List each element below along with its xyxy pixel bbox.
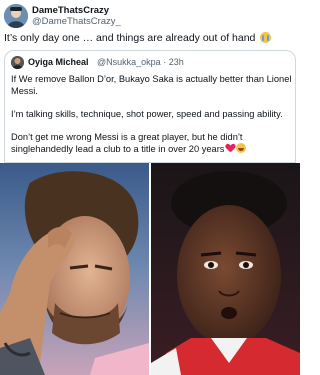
laughing-face-icon: [236, 143, 247, 153]
quoted-paragraph-2: I’m talking skills, technique, shot powe…: [11, 108, 283, 119]
author-name[interactable]: DameThatsCrazy: [32, 5, 109, 16]
quoted-paragraph-1: If We remove Ballon D’or, Bukayo Saka is…: [11, 74, 292, 96]
quoted-post-card[interactable]: Oyiga Micheal @Nsukka_okpa · 23h If We r…: [4, 50, 296, 163]
author-handle[interactable]: @DameThatsCrazy_: [32, 16, 121, 27]
post-text: It’s only day one … and things are alrea…: [4, 32, 296, 45]
quoted-author-meta: @Nsukka_okpa · 23h: [97, 57, 184, 68]
quoted-post-body: If We remove Ballon D’or, Bukayo Saka is…: [11, 74, 293, 156]
quoted-author-avatar[interactable]: [11, 56, 24, 69]
saka-photo[interactable]: [151, 163, 300, 375]
post-text-content: It’s only day one … and things are alrea…: [4, 32, 256, 44]
post-header: DameThatsCrazy @DameThatsCrazy_: [4, 4, 296, 28]
crying-laughing-face-icon: [260, 32, 272, 43]
quoted-author-handle[interactable]: @Nsukka_okpa: [97, 57, 161, 67]
post-media[interactable]: [0, 163, 300, 375]
red-heart-icon: [226, 144, 235, 153]
quoted-post-time[interactable]: 23h: [169, 57, 184, 67]
author-avatar[interactable]: [4, 4, 28, 28]
quoted-paragraph-3: Don’t get me wrong Messi is a great play…: [11, 132, 293, 156]
messi-photo[interactable]: [0, 163, 149, 375]
quoted-paragraph-3-text: Don’t get me wrong Messi is a great play…: [11, 131, 243, 155]
quoted-post-header: Oyiga Micheal @Nsukka_okpa · 23h: [11, 56, 291, 70]
quoted-author-name[interactable]: Oyiga Micheal: [28, 57, 89, 68]
